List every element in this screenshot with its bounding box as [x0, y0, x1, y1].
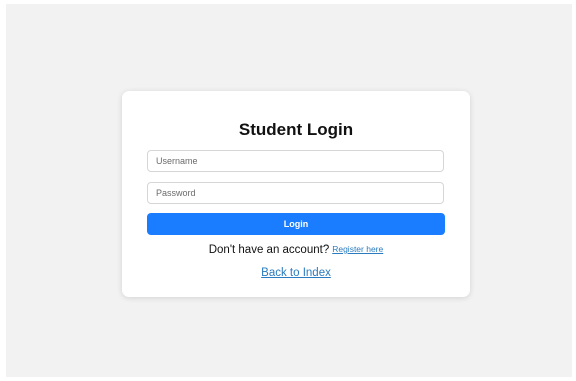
password-field[interactable]: [147, 182, 444, 204]
login-card: Student Login Login Don't have an accoun…: [122, 91, 470, 297]
back-to-index-link[interactable]: Back to Index: [261, 267, 331, 279]
register-link[interactable]: Register here: [332, 244, 383, 254]
register-prompt-line: Don't have an account? Register here: [122, 244, 470, 256]
back-link-container: Back to Index: [122, 267, 470, 279]
username-field[interactable]: [147, 150, 444, 172]
page-background: Student Login Login Don't have an accoun…: [6, 4, 572, 377]
page-title: Student Login: [238, 120, 354, 139]
login-button[interactable]: Login: [147, 213, 445, 235]
register-prompt-text: Don't have an account?: [208, 244, 330, 256]
